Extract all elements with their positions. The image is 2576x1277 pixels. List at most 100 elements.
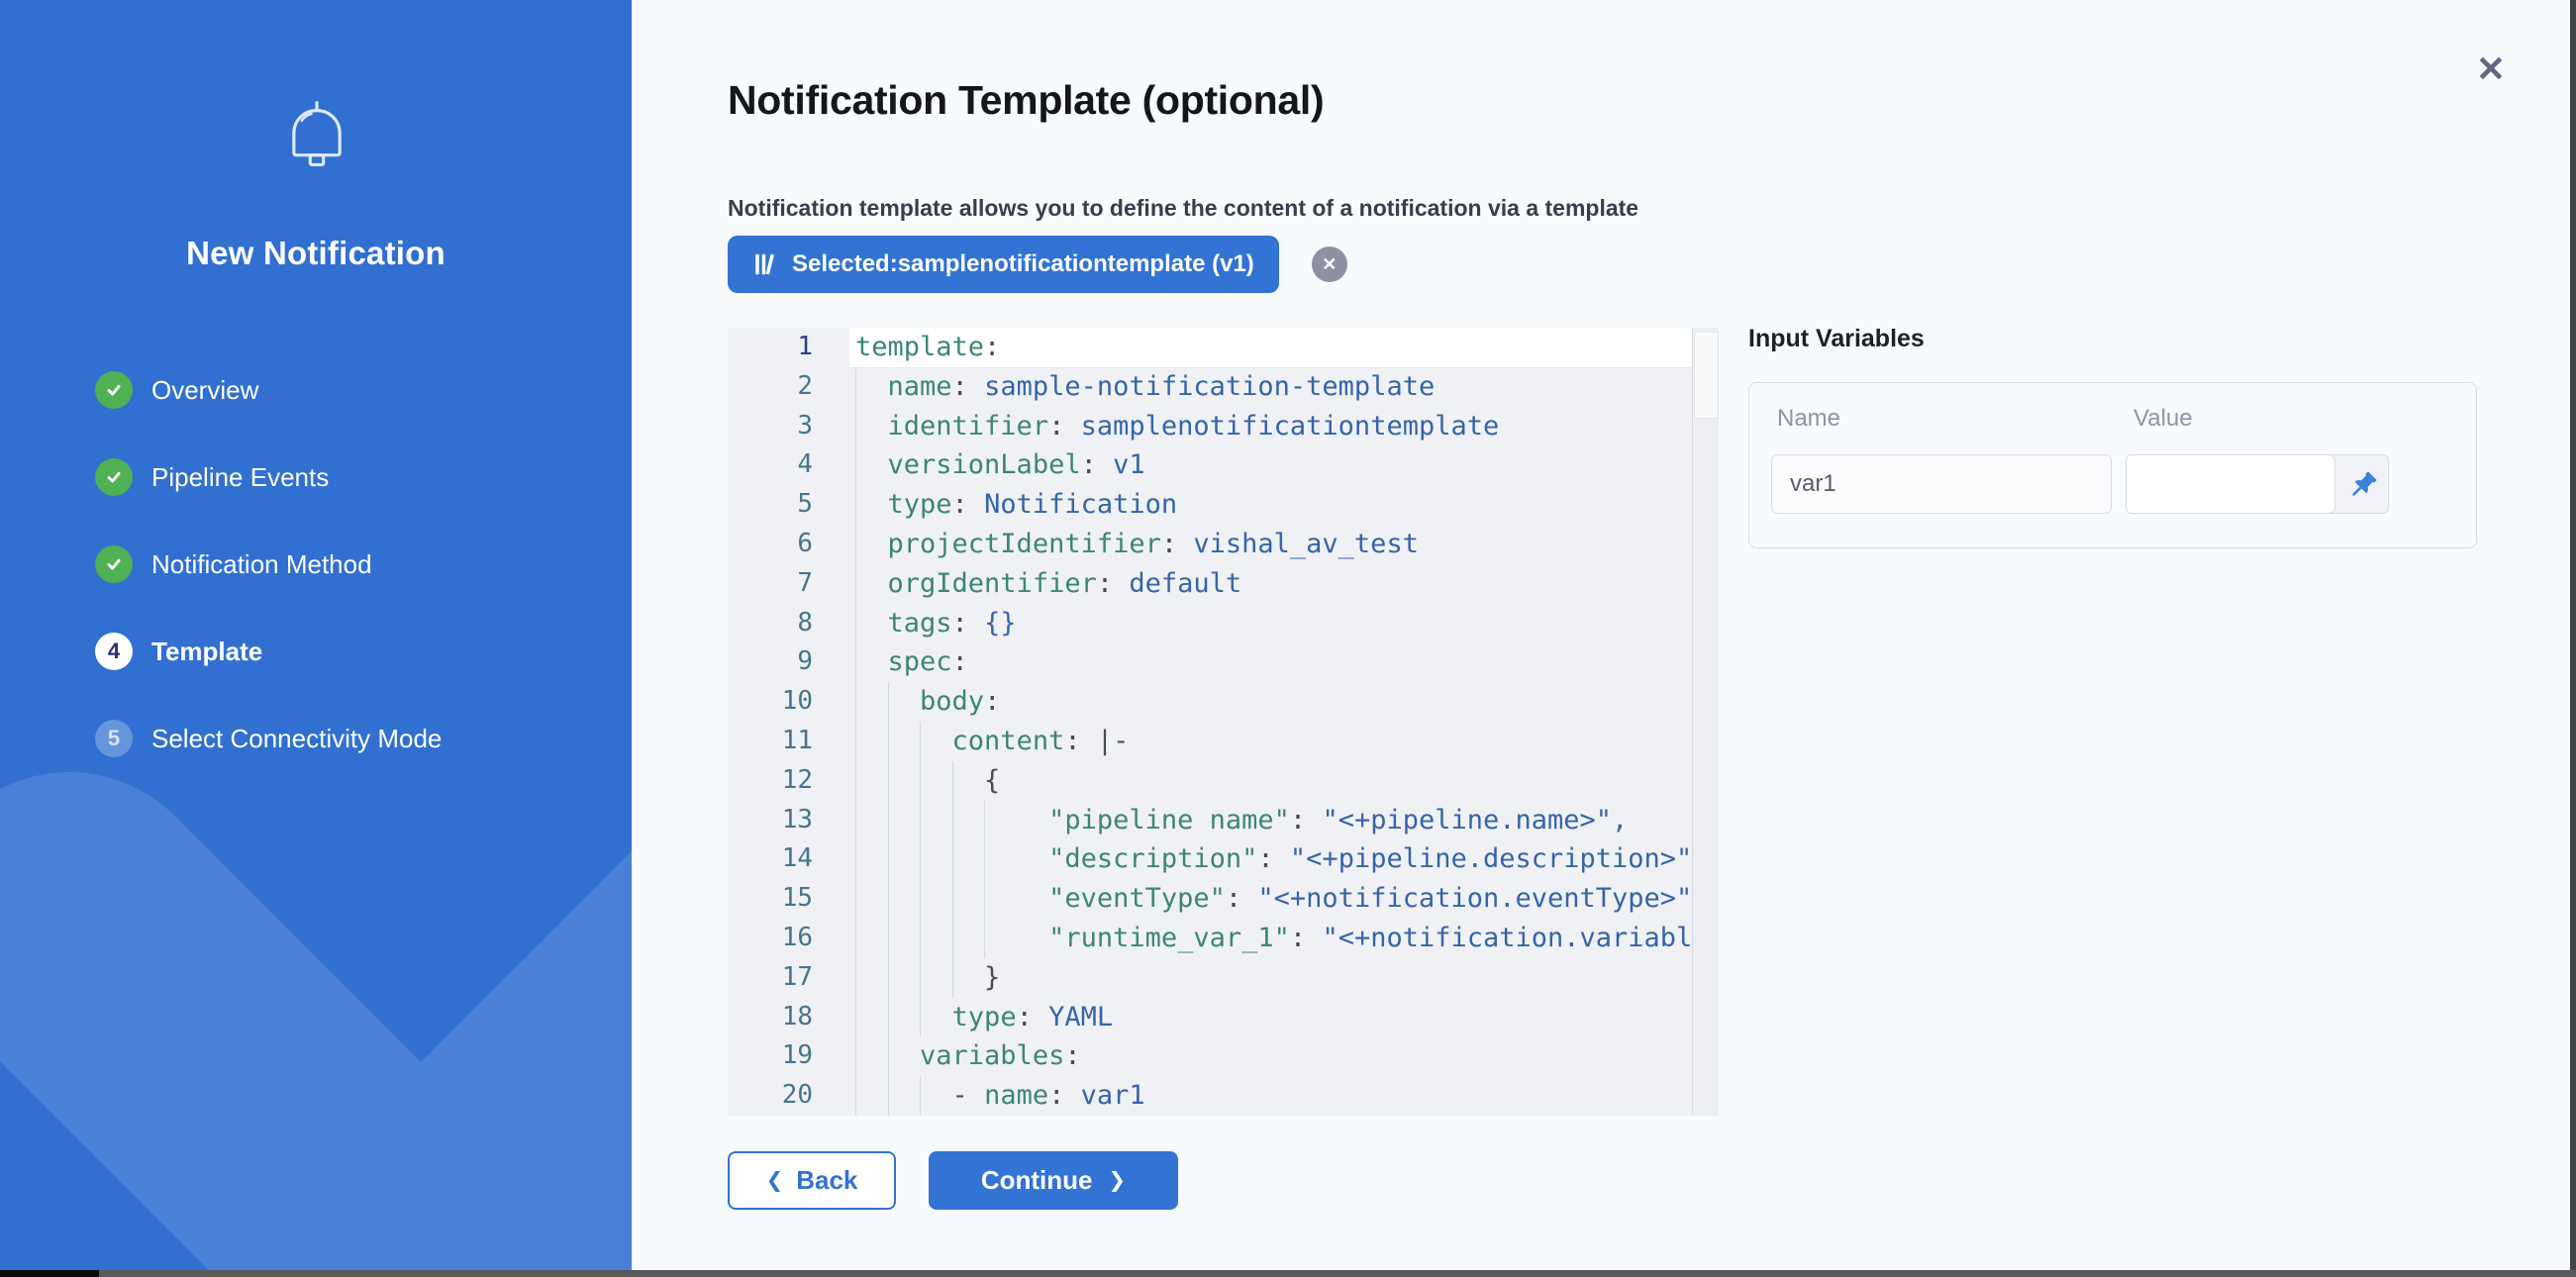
indent-guide <box>888 958 889 998</box>
code-content: body: <box>849 682 1692 722</box>
code-line[interactable]: 19 variables: <box>728 1036 1692 1076</box>
code-content: "description": "<+pipeline.description>"… <box>849 839 1692 879</box>
indent-guide <box>888 919 889 958</box>
wizard-sidebar: New Notification Overview Pipeline Events… <box>0 0 632 1277</box>
code-line[interactable]: 12 { <box>728 761 1692 801</box>
editor-lines: 1template:2 name: sample-notification-te… <box>728 328 1692 1116</box>
code-line[interactable]: 17 } <box>728 958 1692 998</box>
back-button[interactable]: ❮ Back <box>728 1151 896 1210</box>
code-content: "pipeline name": "<+pipeline.name>", <box>849 801 1692 840</box>
code-content: "runtime_var_1": "<+notification.variabl… <box>849 919 1692 958</box>
indent-guide <box>855 761 856 801</box>
code-line[interactable]: 4 versionLabel: v1 <box>728 445 1692 485</box>
indent-guide <box>855 919 856 958</box>
code-content: type: Notification <box>849 485 1692 525</box>
variable-name-field[interactable] <box>1771 454 2112 514</box>
code-line[interactable]: 14 "description": "<+pipeline.descriptio… <box>728 839 1692 879</box>
code-content: projectIdentifier: vishal_av_test <box>849 525 1692 564</box>
sidebar-step-pipeline-events[interactable]: Pipeline Events <box>0 458 632 496</box>
code-line[interactable]: 13 "pipeline name": "<+pipeline.name>", <box>728 801 1692 840</box>
code-content: - name: var1 <box>849 1076 1692 1116</box>
code-content: type: YAML <box>849 998 1692 1037</box>
check-icon <box>95 458 133 496</box>
code-line[interactable]: 8 tags: {} <box>728 604 1692 643</box>
indent-guide <box>984 919 985 958</box>
editor-scrollbar-thumb[interactable] <box>1694 332 1719 419</box>
line-number: 14 <box>728 839 849 879</box>
code-line[interactable]: 7 orgIdentifier: default <box>728 564 1692 604</box>
sidebar-step-notification-method[interactable]: Notification Method <box>0 545 632 583</box>
page-title: Notification Template (optional) <box>728 77 1324 124</box>
indent-guide <box>920 998 921 1037</box>
code-content: content: |- <box>849 722 1692 761</box>
check-icon <box>95 545 133 583</box>
selected-template-chip[interactable]: Selected:samplenotificationtemplate (v1) <box>728 236 1279 293</box>
indent-guide <box>920 1076 921 1116</box>
back-button-label: Back <box>796 1165 857 1196</box>
line-number: 20 <box>728 1076 849 1116</box>
code-line[interactable]: 2 name: sample-notification-template <box>728 367 1692 407</box>
indent-guide <box>952 801 953 840</box>
continue-button-label: Continue <box>981 1165 1093 1196</box>
sidebar-step-select-connectivity-mode[interactable]: 5Select Connectivity Mode <box>0 720 632 757</box>
code-line[interactable]: 6 projectIdentifier: vishal_av_test <box>728 525 1692 564</box>
indent-guide <box>952 879 953 919</box>
line-number: 12 <box>728 761 849 801</box>
window-edge-bottom[interactable] <box>0 1270 2576 1277</box>
code-line[interactable]: 16 "runtime_var_1": "<+notification.vari… <box>728 919 1692 958</box>
indent-guide <box>888 761 889 801</box>
variable-value-group <box>2126 454 2389 514</box>
remove-template-icon[interactable]: ✕ <box>1312 246 1347 282</box>
code-content: "eventType": "<+notification.eventType>"… <box>849 879 1692 919</box>
indent-guide <box>888 801 889 840</box>
code-line[interactable]: 3 identifier: samplenotificationtemplate <box>728 407 1692 446</box>
line-number: 15 <box>728 879 849 919</box>
continue-button[interactable]: Continue ❯ <box>929 1151 1178 1210</box>
code-line[interactable]: 1template: <box>728 328 1692 367</box>
code-content: tags: {} <box>849 604 1692 643</box>
indent-guide <box>888 682 889 722</box>
variable-value-field[interactable] <box>2126 454 2335 514</box>
close-icon[interactable]: ✕ <box>2467 46 2515 93</box>
indent-guide <box>952 958 953 998</box>
bell-icon <box>278 99 355 170</box>
indent-guide <box>855 525 856 564</box>
check-icon <box>95 371 133 409</box>
line-number: 1 <box>728 328 849 367</box>
wizard-title: New Notification <box>0 235 632 272</box>
line-number: 13 <box>728 801 849 840</box>
indent-guide <box>855 801 856 840</box>
code-content: name: sample-notification-template <box>849 367 1692 407</box>
indent-guide <box>855 642 856 682</box>
code-line[interactable]: 5 type: Notification <box>728 485 1692 525</box>
yaml-editor[interactable]: 1template:2 name: sample-notification-te… <box>728 328 1719 1116</box>
indent-guide <box>888 839 889 879</box>
code-content: identifier: samplenotificationtemplate <box>849 407 1692 446</box>
indent-guide <box>952 919 953 958</box>
indent-guide <box>952 839 953 879</box>
code-content: variables: <box>849 1036 1692 1076</box>
indent-guide <box>920 722 921 761</box>
code-line[interactable]: 20 - name: var1 <box>728 1076 1692 1116</box>
line-number: 5 <box>728 485 849 525</box>
code-line[interactable]: 11 content: |- <box>728 722 1692 761</box>
indent-guide <box>952 761 953 801</box>
editor-scrollbar[interactable] <box>1692 328 1719 1116</box>
wizard-steps: Overview Pipeline Events Notification Meth… <box>0 371 632 807</box>
code-line[interactable]: 10 body: <box>728 682 1692 722</box>
indent-guide <box>855 839 856 879</box>
indent-guide <box>920 958 921 998</box>
sidebar-step-template[interactable]: 4Template <box>0 633 632 670</box>
indent-guide <box>888 722 889 761</box>
line-number: 18 <box>728 998 849 1037</box>
step-number: 5 <box>95 720 133 757</box>
line-number: 2 <box>728 367 849 407</box>
code-line[interactable]: 18 type: YAML <box>728 998 1692 1037</box>
input-variables-card: Name Value <box>1748 382 2477 548</box>
code-line[interactable]: 9 spec: <box>728 642 1692 682</box>
indent-guide <box>888 1036 889 1076</box>
code-line[interactable]: 15 "eventType": "<+notification.eventTyp… <box>728 879 1692 919</box>
indent-guide <box>984 801 985 840</box>
input-variables-heading: Input Variables <box>1748 325 1925 353</box>
sidebar-step-overview[interactable]: Overview <box>0 371 632 409</box>
